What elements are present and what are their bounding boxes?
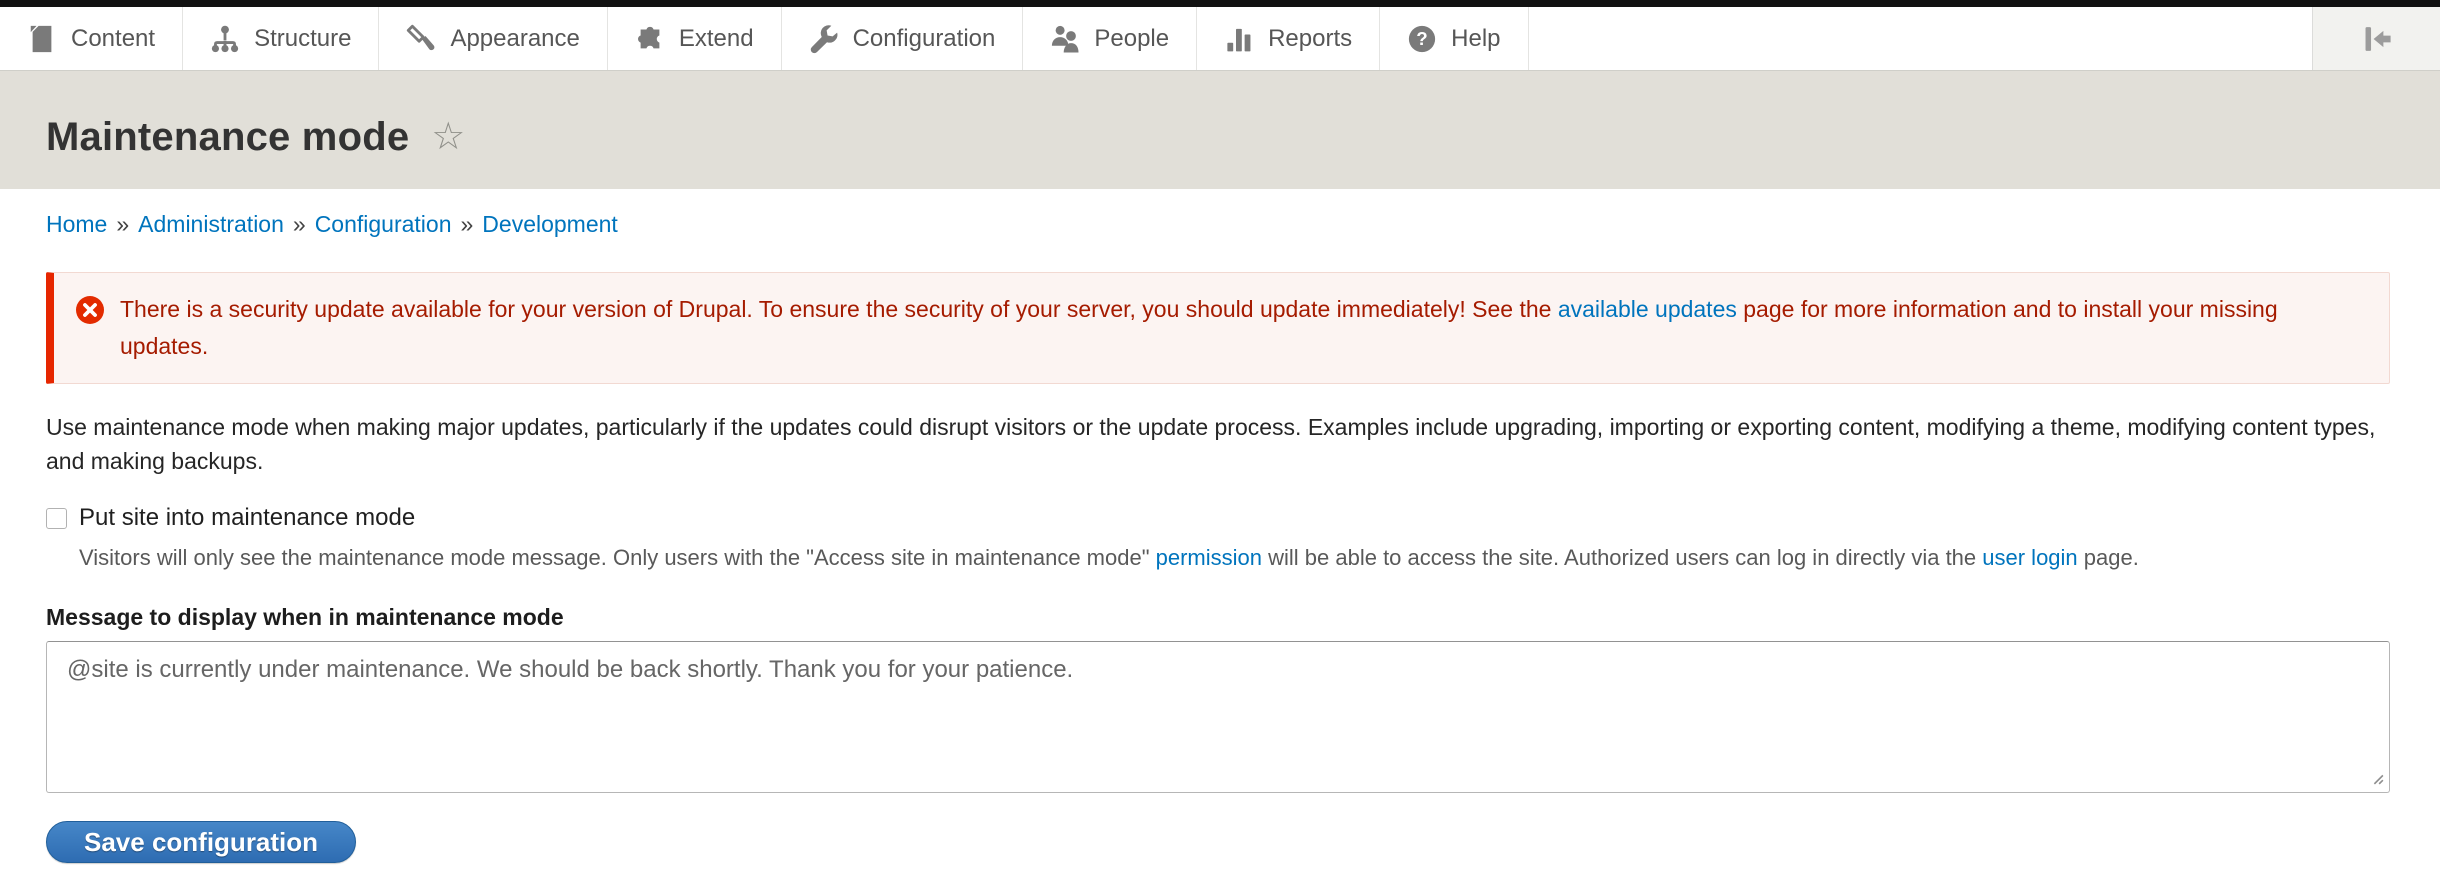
toolbar-item-configuration[interactable]: Configuration bbox=[782, 7, 1024, 70]
error-message: There is a security update available for… bbox=[46, 272, 2390, 384]
toolbar-item-label: Extend bbox=[679, 25, 754, 53]
save-configuration-button[interactable]: Save configuration bbox=[46, 821, 356, 863]
admin-toolbar-bar bbox=[0, 0, 2440, 7]
help-icon: ? bbox=[1407, 24, 1437, 54]
collapse-left-icon bbox=[2360, 22, 2394, 56]
toolbar-item-extend[interactable]: Extend bbox=[608, 7, 782, 70]
puzzle-icon bbox=[635, 24, 665, 54]
toolbar-item-label: Appearance bbox=[450, 25, 579, 53]
admin-toolbar-tray: Content Structure Appearance Extend bbox=[0, 7, 2440, 71]
breadcrumb-link-configuration[interactable]: Configuration bbox=[315, 211, 452, 237]
people-icon bbox=[1050, 24, 1080, 54]
sitemap-icon bbox=[210, 24, 240, 54]
maintenance-message-textarea[interactable]: @site is currently under maintenance. We… bbox=[46, 641, 2390, 793]
toolbar-item-label: Reports bbox=[1268, 25, 1352, 53]
breadcrumb-separator: » bbox=[116, 211, 129, 237]
toolbar-item-people[interactable]: People bbox=[1023, 7, 1197, 70]
error-message-text: There is a security update available for… bbox=[120, 291, 2361, 365]
available-updates-link[interactable]: available updates bbox=[1558, 296, 1737, 322]
toolbar-item-label: Content bbox=[71, 25, 155, 53]
toolbar-item-content[interactable]: Content bbox=[0, 7, 183, 70]
toolbar-orientation-toggle[interactable] bbox=[2312, 7, 2440, 70]
star-icon[interactable]: ☆ bbox=[431, 118, 465, 156]
description-text: Visitors will only see the maintenance m… bbox=[79, 545, 1156, 570]
user-login-link[interactable]: user login bbox=[1982, 545, 2077, 570]
maintenance-mode-checkbox-row: Put site into maintenance mode bbox=[46, 504, 2390, 532]
breadcrumb-link-home[interactable]: Home bbox=[46, 211, 107, 237]
toolbar-item-structure[interactable]: Structure bbox=[183, 7, 379, 70]
toolbar-item-help[interactable]: ? Help bbox=[1380, 7, 1528, 70]
maintenance-mode-checkbox-label[interactable]: Put site into maintenance mode bbox=[79, 504, 415, 532]
maintenance-mode-intro: Use maintenance mode when making major u… bbox=[46, 410, 2390, 478]
maintenance-message-label: Message to display when in maintenance m… bbox=[46, 604, 2390, 631]
breadcrumb-link-development[interactable]: Development bbox=[482, 211, 618, 237]
toolbar-spacer bbox=[1529, 7, 2313, 70]
page-header: Maintenance mode ☆ bbox=[0, 71, 2440, 189]
breadcrumb-separator: » bbox=[293, 211, 306, 237]
toolbar-item-appearance[interactable]: Appearance bbox=[379, 7, 607, 70]
toolbar-item-label: Structure bbox=[254, 25, 351, 53]
toolbar-item-label: People bbox=[1094, 25, 1169, 53]
main-content: Home » Administration » Configuration » Develo… bbox=[0, 211, 2440, 863]
textarea-resize-handle[interactable] bbox=[2368, 769, 2385, 786]
breadcrumb-separator: » bbox=[461, 211, 474, 237]
maintenance-mode-description: Visitors will only see the maintenance m… bbox=[79, 544, 2390, 572]
maintenance-message-field: @site is currently under maintenance. We… bbox=[46, 641, 2390, 793]
error-text-before-link: There is a security update available for… bbox=[120, 296, 1558, 322]
maintenance-mode-checkbox[interactable] bbox=[46, 508, 67, 529]
wrench-icon bbox=[809, 24, 839, 54]
breadcrumb: Home » Administration » Configuration » Develo… bbox=[46, 211, 2390, 238]
description-text: will be able to access the site. Authori… bbox=[1262, 545, 1982, 570]
toolbar-item-label: Help bbox=[1451, 25, 1500, 53]
file-icon bbox=[27, 24, 57, 54]
paintbrush-icon bbox=[406, 24, 436, 54]
toolbar-item-label: Configuration bbox=[853, 25, 996, 53]
bar-chart-icon bbox=[1224, 24, 1254, 54]
error-circle-x-icon bbox=[76, 296, 104, 365]
description-text: page. bbox=[2078, 545, 2139, 570]
page-title: Maintenance mode bbox=[46, 115, 409, 160]
toolbar-item-reports[interactable]: Reports bbox=[1197, 7, 1380, 70]
breadcrumb-link-administration[interactable]: Administration bbox=[138, 211, 284, 237]
svg-text:?: ? bbox=[1416, 28, 1427, 49]
permission-link[interactable]: permission bbox=[1156, 545, 1262, 570]
